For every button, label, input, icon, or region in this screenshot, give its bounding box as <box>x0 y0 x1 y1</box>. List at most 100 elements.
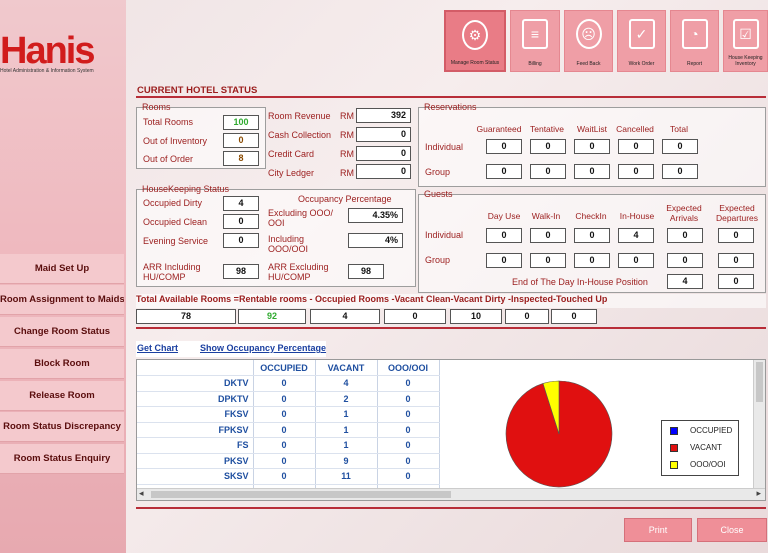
guests-panel-title: Guests <box>424 189 453 199</box>
room-type: SKSV <box>137 468 254 485</box>
legend-label-occupied: OCCUPIED <box>690 426 733 435</box>
housekeeping-inventory-button[interactable]: ☑ House Keeping Inventory <box>723 10 768 72</box>
room-type: PKSV <box>137 453 254 469</box>
table-header-ooo: OOO/OOI <box>377 360 440 376</box>
available-total: 78 <box>136 309 236 324</box>
vertical-scroll-thumb[interactable] <box>756 362 763 402</box>
billing-button[interactable]: ≡ Billing <box>510 10 560 72</box>
scroll-right-icon[interactable]: ▸ <box>756 488 761 499</box>
logo-text: Hanis <box>0 30 95 72</box>
guest-col-expected-departures: Expected Departures <box>715 203 759 223</box>
table-row[interactable]: FPKSV 0 1 0 <box>137 422 440 438</box>
manage-room-status-label: Manage Room Status <box>450 60 500 66</box>
room-type: FPKSV <box>137 422 254 438</box>
occupancy-percentage-title: Occupancy Percentage <box>298 194 392 204</box>
including-ooo-label: Including OOO/OOI <box>268 234 309 254</box>
res-individual-waitlist: 0 <box>574 139 610 154</box>
housekeeping-inventory-label: House Keeping Inventory <box>728 55 763 67</box>
guest-col-checkin: CheckIn <box>575 211 607 221</box>
ooo-count: 0 <box>377 391 440 407</box>
bottom-divider <box>136 507 766 509</box>
work-order-button[interactable]: ✓ Work Order <box>617 10 666 72</box>
res-group-label: Group <box>425 167 451 177</box>
feedback-button[interactable]: ☹ Feed Back <box>564 10 613 72</box>
work-order-label: Work Order <box>628 61 655 67</box>
sidebar-item-room-assignment[interactable]: Room Assignment to Maids <box>0 285 124 315</box>
room-revenue-field: 392 <box>356 108 411 123</box>
horizontal-scroll-thumb[interactable] <box>151 491 451 498</box>
logo-tagline: Hotel Administration & Information Syste… <box>0 68 94 74</box>
ooo-count: 0 <box>377 422 440 438</box>
ooo-count: 0 <box>377 375 440 392</box>
horizontal-scrollbar[interactable]: ◂ ▸ <box>137 488 765 500</box>
clipboard-icon: ✓ <box>628 19 655 49</box>
print-button[interactable]: Print <box>624 518 692 542</box>
occupied-count: 0 <box>253 406 316 423</box>
close-button[interactable]: Close <box>697 518 767 542</box>
scroll-left-icon[interactable]: ◂ <box>139 488 144 499</box>
res-group-cancelled: 0 <box>618 164 654 179</box>
table-row[interactable]: PKSV 0 9 0 <box>137 453 440 469</box>
guest-individual-inhouse: 4 <box>618 228 654 243</box>
available-vacant-dirty: 10 <box>450 309 502 324</box>
guest-individual-label: Individual <box>425 230 464 240</box>
ooo-count: 0 <box>377 406 440 423</box>
vertical-scrollbar[interactable] <box>753 360 765 490</box>
excluding-ooo-field: 4.35% <box>348 208 403 223</box>
res-group-total: 0 <box>662 164 698 179</box>
res-individual-guaranteed: 0 <box>486 139 522 154</box>
table-row[interactable]: FS 0 1 0 <box>137 437 440 454</box>
door-gear-icon: ⚙ <box>462 20 488 50</box>
report-icon: ◔ <box>681 19 708 49</box>
vacant-count: 9 <box>315 453 378 469</box>
excluding-ooo-label: Excluding OOO/ OOI <box>268 208 334 228</box>
guest-col-dayuse: Day Use <box>487 211 521 221</box>
reservations-panel-title: Reservations <box>424 102 477 112</box>
ooo-count: 0 <box>377 437 440 454</box>
arr-including-field: 98 <box>223 264 259 279</box>
arr-excluding-label: ARR Excluding HU/COMP <box>268 262 329 282</box>
table-row[interactable]: FKSV 0 1 0 <box>137 406 440 423</box>
occupied-dirty-field: 4 <box>223 196 259 211</box>
table-row[interactable]: DKTV 0 4 0 <box>137 375 440 392</box>
show-occupancy-link[interactable]: Show Occupancy Percentage <box>200 343 326 353</box>
sidebar-item-maid-setup[interactable]: Maid Set Up <box>0 254 124 284</box>
res-individual-label: Individual <box>425 142 464 152</box>
sidebar-item-room-status-discrepancy[interactable]: Room Status Discrepancy <box>0 412 124 442</box>
room-type-grid: OCCUPIED VACANT OOO/OOI DKTV 0 4 0 DPKTV 0 2 0… <box>136 359 766 501</box>
feedback-face-icon: ☹ <box>575 19 602 49</box>
report-button[interactable]: ◔ Report <box>670 10 719 72</box>
guest-group-inhouse: 0 <box>618 253 654 268</box>
available-rentable: 92 <box>238 309 306 324</box>
legend-label-ooo: OOO/OOI <box>690 460 726 469</box>
manage-room-status-button[interactable]: ⚙ Manage Room Status <box>444 10 506 72</box>
get-chart-link[interactable]: Get Chart <box>137 343 178 353</box>
feedback-label: Feed Back <box>576 61 601 67</box>
occupied-count: 0 <box>253 468 316 485</box>
sidebar-item-change-room-status[interactable]: Change Room Status <box>0 317 124 347</box>
page-title: CURRENT HOTEL STATUS <box>137 85 258 96</box>
occupied-clean-field: 0 <box>223 214 259 229</box>
res-col-cancelled: Cancelled <box>616 124 654 134</box>
eod-position-label: End of The Day In-House Position <box>512 277 648 287</box>
room-type: FKSV <box>137 406 254 423</box>
table-row[interactable]: SKSV 0 11 0 <box>137 468 440 485</box>
section-divider <box>136 327 766 329</box>
out-of-inventory-field: 0 <box>223 133 259 148</box>
occupied-count: 0 <box>253 453 316 469</box>
ooo-count: 0 <box>377 453 440 469</box>
res-col-guaranteed: Guaranteed <box>476 124 522 134</box>
legend-swatch-vacant <box>670 444 678 452</box>
total-rooms-field: 100 <box>223 115 259 130</box>
vacant-count: 1 <box>315 437 378 454</box>
report-label: Report <box>686 61 702 67</box>
cash-collection-field: 0 <box>356 127 411 142</box>
guest-group-checkin: 0 <box>574 253 610 268</box>
sidebar-item-room-status-enquiry[interactable]: Room Status Enquiry <box>0 444 124 474</box>
available-vacant-clean: 0 <box>384 309 446 324</box>
sidebar-item-release-room[interactable]: Release Room <box>0 381 124 411</box>
sidebar-item-block-room[interactable]: Block Room <box>0 349 124 379</box>
table-row[interactable]: DPKTV 0 2 0 <box>137 391 440 407</box>
room-revenue-label: Room Revenue <box>268 111 331 121</box>
res-group-guaranteed: 0 <box>486 164 522 179</box>
